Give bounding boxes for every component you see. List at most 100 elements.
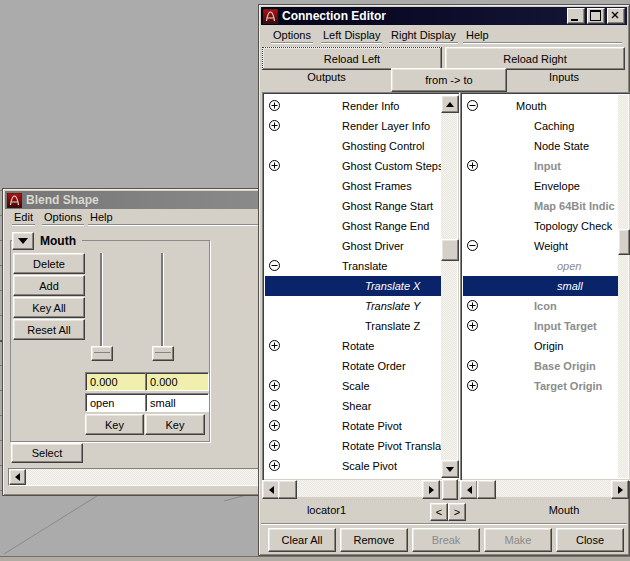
list-item-ghost-custom-steps[interactable]: Ghost Custom Steps (265, 156, 441, 176)
plus-expand-icon[interactable] (466, 359, 479, 372)
list-item-base-origin[interactable]: Base Origin (463, 356, 618, 376)
outputs-vscrollbar[interactable] (441, 95, 457, 478)
blend-slider-thumb[interactable] (91, 346, 113, 361)
list-item-caching[interactable]: Caching (463, 116, 618, 136)
list-item-translate[interactable]: Translate (265, 256, 441, 276)
next-node-button[interactable]: > (448, 503, 466, 521)
plus-expand-icon[interactable] (466, 319, 479, 332)
blend-slider-track[interactable] (161, 253, 164, 359)
list-item-mouth[interactable]: Mouth (463, 96, 618, 116)
clear-all-button[interactable]: Clear All (268, 528, 336, 552)
plus-expand-icon[interactable] (268, 419, 281, 432)
plus-expand-icon[interactable] (268, 379, 281, 392)
prev-node-button[interactable]: < (430, 503, 448, 521)
target-name-field[interactable]: small (145, 393, 209, 412)
reset-all-button[interactable]: Reset All (13, 319, 85, 340)
list-item-origin[interactable]: Origin (463, 336, 618, 356)
direction-button[interactable]: from -> to (391, 68, 507, 92)
key-button[interactable]: Key (85, 414, 144, 435)
list-item-input-target[interactable]: Input Target (463, 316, 618, 336)
list-item-icon[interactable]: Icon (463, 296, 618, 316)
plus-expand-icon[interactable] (268, 399, 281, 412)
menu-options[interactable]: Options (42, 210, 84, 227)
delete-button[interactable]: Delete (13, 253, 85, 274)
scroll-right-button[interactable] (422, 480, 440, 499)
list-item-rotate[interactable]: Rotate (265, 336, 441, 356)
plus-expand-icon[interactable] (466, 299, 479, 312)
close-button[interactable] (607, 8, 625, 24)
list-item-node-state[interactable]: Node State (463, 136, 618, 156)
menu-right-display[interactable]: Right Display (389, 28, 458, 45)
maximize-button[interactable] (587, 8, 605, 24)
weight-value-field[interactable]: 0.000 (145, 372, 209, 391)
list-item-small[interactable]: small (463, 276, 618, 296)
list-item-ghost-range-end[interactable]: Ghost Range End (265, 216, 441, 236)
list-item-map-64bit-indic[interactable]: Map 64Bit Indic (463, 196, 618, 216)
break-button[interactable]: Break (412, 528, 480, 552)
list-item-ghost-frames[interactable]: Ghost Frames (265, 176, 441, 196)
list-item-rotate-pivot-transla[interactable]: Rotate Pivot Transla (265, 436, 441, 456)
minus-expand-icon[interactable] (466, 239, 479, 252)
add-button[interactable]: Add (13, 275, 85, 296)
scrollbar-thumb[interactable] (441, 239, 459, 261)
scroll-up-button[interactable] (441, 95, 459, 113)
plus-expand-icon[interactable] (268, 159, 281, 172)
scrollbar-thumb[interactable] (477, 480, 496, 499)
minus-expand-icon[interactable] (268, 259, 281, 272)
list-item-scale-pivot[interactable]: Scale Pivot (265, 456, 441, 476)
plus-expand-icon[interactable] (268, 459, 281, 472)
key-all-button[interactable]: Key All (13, 297, 85, 318)
list-item-render-info[interactable]: Render Info (265, 96, 441, 116)
scroll-left-button[interactable] (460, 480, 478, 499)
blend-shape-titlebar[interactable]: Blend Shape (5, 191, 297, 209)
plus-expand-icon[interactable] (466, 379, 479, 392)
scroll-right-button[interactable] (611, 480, 629, 499)
list-item-open[interactable]: open (463, 256, 618, 276)
select-button[interactable]: Select (11, 443, 83, 463)
list-item-render-layer-info[interactable]: Render Layer Info (265, 116, 441, 136)
blend-slider-thumb[interactable] (152, 346, 174, 361)
list-item-ghosting-control[interactable]: Ghosting Control (265, 136, 441, 156)
key-button[interactable]: Key (145, 414, 205, 435)
target-name-field[interactable]: open (85, 393, 148, 412)
plus-expand-icon[interactable] (466, 159, 479, 172)
reload-left-button[interactable]: Reload Left (262, 47, 442, 70)
list-item-translate-x[interactable]: Translate X (265, 276, 441, 296)
scrollbar-thumb[interactable] (618, 229, 630, 255)
connection-editor-titlebar[interactable]: Connection Editor (261, 7, 627, 25)
collapse-button[interactable] (12, 232, 34, 250)
plus-expand-icon[interactable] (268, 439, 281, 452)
list-item-rotate-pivot[interactable]: Rotate Pivot (265, 416, 441, 436)
make-button[interactable]: Make (484, 528, 552, 552)
list-item-input[interactable]: Input (463, 156, 618, 176)
list-item-translate-y[interactable]: Translate Y (265, 296, 441, 316)
plus-expand-icon[interactable] (268, 339, 281, 352)
scroll-left-button[interactable] (9, 469, 26, 485)
list-item-weight[interactable]: Weight (463, 236, 618, 256)
minus-expand-icon[interactable] (466, 99, 479, 112)
blend-slider-track[interactable] (100, 253, 103, 359)
list-item-translate-z[interactable]: Translate Z (265, 316, 441, 336)
plus-expand-icon[interactable] (268, 119, 281, 132)
inputs-vscrollbar[interactable] (618, 95, 628, 478)
plus-expand-icon[interactable] (268, 99, 281, 112)
scroll-down-button[interactable] (441, 460, 459, 478)
reload-right-button[interactable]: Reload Right (445, 47, 625, 70)
menu-options[interactable]: Options (271, 28, 313, 45)
inputs-hscrollbar[interactable] (460, 480, 629, 497)
outputs-hscrollbar[interactable] (262, 480, 440, 497)
menu-edit[interactable]: Edit (12, 210, 35, 227)
list-item-target-origin[interactable]: Target Origin (463, 376, 618, 396)
blend-shape-hscrollbar[interactable] (8, 468, 299, 486)
list-item-ghost-driver[interactable]: Ghost Driver (265, 236, 441, 256)
list-item-shear[interactable]: Shear (265, 396, 441, 416)
weight-value-field[interactable]: 0.000 (85, 372, 148, 391)
menu-left-display[interactable]: Left Display (321, 28, 382, 45)
list-item-ghost-range-start[interactable]: Ghost Range Start (265, 196, 441, 216)
list-item-rotate-order[interactable]: Rotate Order (265, 356, 441, 376)
list-item-scale[interactable]: Scale (265, 376, 441, 396)
remove-button[interactable]: Remove (340, 528, 408, 552)
scrollbar-thumb[interactable] (278, 480, 297, 499)
minimize-button[interactable] (567, 8, 585, 24)
list-item-scale-pivot-translate[interactable]: Scale Pivot Translate (265, 476, 441, 478)
